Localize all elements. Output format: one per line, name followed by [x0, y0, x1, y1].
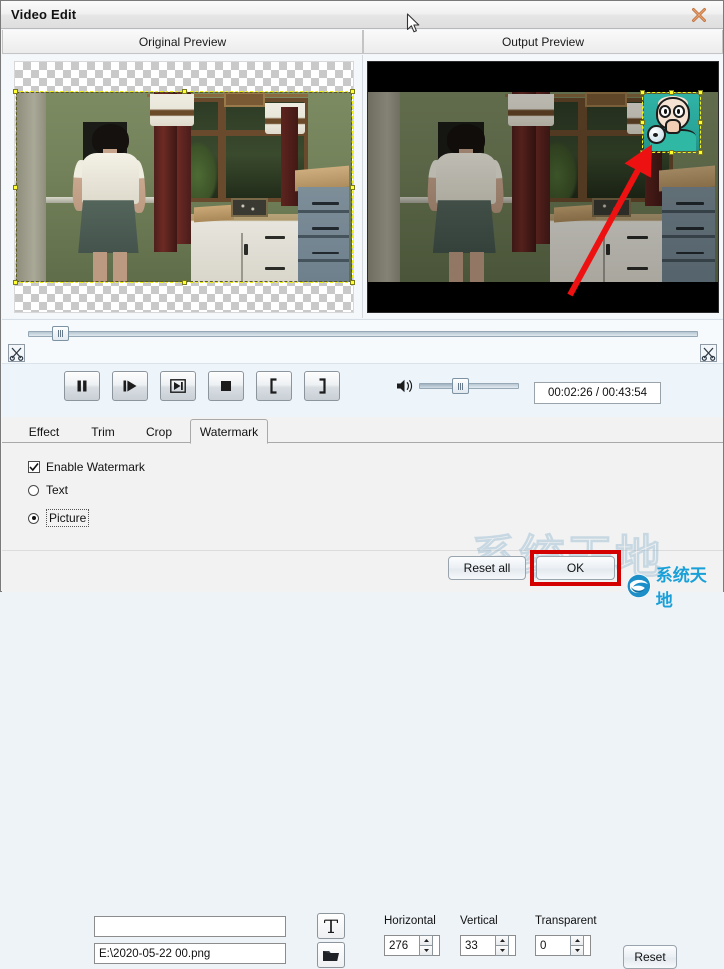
stop-button[interactable] [208, 371, 244, 401]
mark-in-button[interactable] [256, 371, 292, 401]
vertical-value: 33 [465, 939, 478, 952]
tab-trim-label: Trim [91, 425, 115, 439]
horizontal-stepper[interactable] [419, 935, 433, 956]
scissors-icon [8, 344, 25, 362]
site-logo: 系统天地 [626, 561, 723, 611]
transparent-stepper[interactable] [570, 935, 584, 956]
globe-swirl-icon [626, 574, 651, 598]
bracket-right-icon [319, 378, 326, 394]
mark-out-button[interactable] [304, 371, 340, 401]
output-preview-pane[interactable] [363, 55, 723, 318]
enable-watermark-checkbox[interactable]: Enable Watermark [28, 460, 145, 474]
step-forward-icon [170, 379, 186, 393]
ok-button[interactable]: OK [536, 556, 615, 580]
time-display: 00:02:26 / 00:43:54 [534, 382, 661, 404]
caret-up-icon [499, 939, 505, 942]
original-video-frame [16, 92, 352, 282]
reset-all-button-label: Reset all [463, 561, 511, 575]
check-icon [29, 463, 39, 472]
editor-tabs: Effect Trim Crop Watermark [2, 417, 723, 444]
pause-button[interactable] [64, 371, 100, 401]
window-title: Video Edit [11, 7, 77, 22]
transparent-value: 0 [540, 939, 547, 952]
font-T-icon [324, 919, 338, 933]
watermark-text-input[interactable] [94, 916, 286, 937]
timeline-row [2, 319, 723, 363]
transparent-label: Transparent [535, 915, 597, 927]
caret-up-icon [423, 939, 429, 942]
pause-icon [77, 380, 87, 392]
radio-circle-selected [28, 512, 39, 524]
caret-down-icon [423, 949, 429, 952]
title-bar: Video Edit [1, 1, 723, 29]
horizontal-value: 276 [389, 939, 409, 952]
transparent-stepper-down[interactable] [570, 945, 584, 956]
timeline-slider-track[interactable] [28, 331, 698, 337]
caret-up-icon [574, 939, 580, 942]
caret-down-icon [574, 949, 580, 952]
checkbox-box [28, 461, 40, 473]
reset-button-label: Reset [634, 950, 666, 964]
radio-circle [28, 484, 39, 496]
close-x-icon [692, 8, 706, 22]
original-preview-pane[interactable] [2, 55, 363, 318]
horizontal-label: Horizontal [384, 915, 436, 927]
volume-slider-track[interactable] [419, 383, 519, 389]
play-icon [123, 380, 137, 392]
stop-icon [221, 381, 231, 391]
tab-crop[interactable]: Crop [134, 421, 184, 443]
cut-end-button[interactable] [700, 344, 717, 362]
watermark-overlay-image [644, 94, 699, 151]
caret-down-icon [499, 949, 505, 952]
browse-picture-button[interactable] [317, 942, 345, 968]
enable-watermark-label: Enable Watermark [46, 460, 145, 474]
picture-radio-label: Picture [46, 509, 90, 527]
picture-source-radio[interactable]: Picture [28, 509, 90, 527]
reset-all-button[interactable]: Reset all [448, 556, 526, 580]
vertical-label: Vertical [460, 915, 498, 927]
transparent-stepper-up[interactable] [570, 935, 584, 945]
reset-button[interactable]: Reset [623, 945, 677, 969]
font-settings-button[interactable] [317, 913, 345, 939]
site-logo-text: 系统天地 [655, 566, 707, 611]
scissors-icon [700, 344, 717, 362]
watermark-picture-path-value: E:\2020-05-22 00.png [99, 947, 211, 960]
tab-watermark-label: Watermark [199, 424, 259, 439]
vertical-stepper[interactable] [495, 935, 509, 956]
bracket-left-icon [270, 378, 277, 394]
horizontal-stepper-down[interactable] [419, 945, 433, 956]
play-button[interactable] [112, 371, 148, 401]
video-edit-dialog: Video Edit Original Preview Output Previ… [0, 0, 724, 969]
tab-crop-label: Crop [145, 425, 172, 439]
speaker-icon[interactable] [396, 378, 414, 394]
vertical-stepper-up[interactable] [495, 935, 509, 945]
horizontal-stepper-up[interactable] [419, 935, 433, 945]
watermark-picture-path-input[interactable]: E:\2020-05-22 00.png [94, 943, 286, 964]
timeline-slider-thumb[interactable] [52, 326, 69, 341]
volume-slider-thumb[interactable] [452, 378, 469, 394]
vertical-stepper-down[interactable] [495, 945, 509, 956]
folder-icon [323, 950, 339, 961]
next-frame-button[interactable] [160, 371, 196, 401]
original-preview-label: Original Preview [138, 34, 227, 49]
text-source-radio[interactable]: Text [28, 483, 68, 497]
cut-start-button[interactable] [8, 344, 25, 362]
close-button[interactable] [681, 3, 717, 27]
ok-button-label: OK [566, 561, 585, 575]
output-preview-header: Output Preview [363, 30, 723, 54]
text-radio-label: Text [46, 483, 69, 497]
watermark-settings-panel: Enable Watermark Text Picture E:\2020-05… [2, 443, 723, 969]
tab-trim[interactable]: Trim [78, 421, 128, 443]
output-preview-label: Output Preview [501, 34, 585, 49]
tab-watermark[interactable]: Watermark [190, 419, 268, 444]
tab-effect[interactable]: Effect [16, 421, 72, 443]
time-display-value: 00:02:26 / 00:43:54 [547, 387, 648, 399]
original-preview-header: Original Preview [2, 30, 363, 54]
tab-effect-label: Effect [28, 425, 60, 439]
